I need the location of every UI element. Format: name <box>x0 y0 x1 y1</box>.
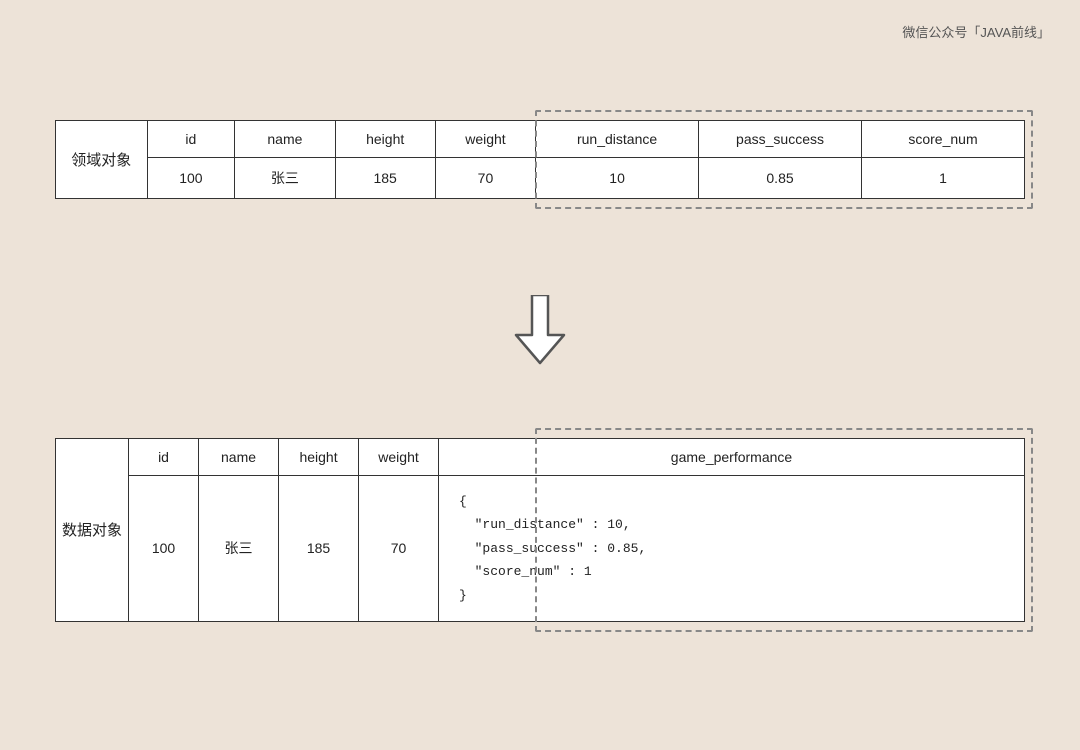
bottom-header-weight: weight <box>359 439 439 476</box>
top-header-id: id <box>147 121 235 158</box>
top-header-weight: weight <box>435 121 535 158</box>
top-row-label: 领域对象 <box>56 121 148 199</box>
top-header-pass-success: pass_success <box>699 121 862 158</box>
top-header-score-num: score_num <box>862 121 1025 158</box>
bottom-header-game-performance: game_performance <box>439 439 1025 476</box>
top-table: 领域对象 id name height weight run_distance … <box>55 120 1025 199</box>
top-table-wrapper: 领域对象 id name height weight run_distance … <box>55 120 1025 199</box>
top-cell-id: 100 <box>147 158 235 199</box>
bottom-cell-json: { "run_distance" : 10, "pass_success" : … <box>439 476 1025 622</box>
top-header-height: height <box>335 121 435 158</box>
top-header-run-distance: run_distance <box>536 121 699 158</box>
bottom-header-name: name <box>199 439 279 476</box>
bottom-header-height: height <box>279 439 359 476</box>
top-header-name: name <box>235 121 335 158</box>
bottom-cell-name: 张三 <box>199 476 279 622</box>
top-cell-run-distance: 10 <box>536 158 699 199</box>
top-cell-pass-success: 0.85 <box>699 158 862 199</box>
watermark-text: 微信公众号「JAVA前线」 <box>902 22 1050 41</box>
top-section: 领域对象 id name height weight run_distance … <box>55 120 1025 199</box>
top-cell-name: 张三 <box>235 158 335 199</box>
top-cell-height: 185 <box>335 158 435 199</box>
bottom-section: 数据对象 id name height weight game_performa… <box>55 438 1025 622</box>
bottom-table-wrapper: 数据对象 id name height weight game_performa… <box>55 438 1025 622</box>
bottom-cell-weight: 70 <box>359 476 439 622</box>
bottom-cell-height: 185 <box>279 476 359 622</box>
bottom-table: 数据对象 id name height weight game_performa… <box>55 438 1025 622</box>
top-cell-weight: 70 <box>435 158 535 199</box>
bottom-header-id: id <box>129 439 199 476</box>
bottom-cell-id: 100 <box>129 476 199 622</box>
top-cell-score-num: 1 <box>862 158 1025 199</box>
down-arrow <box>510 295 570 368</box>
bottom-row-label: 数据对象 <box>56 439 129 622</box>
